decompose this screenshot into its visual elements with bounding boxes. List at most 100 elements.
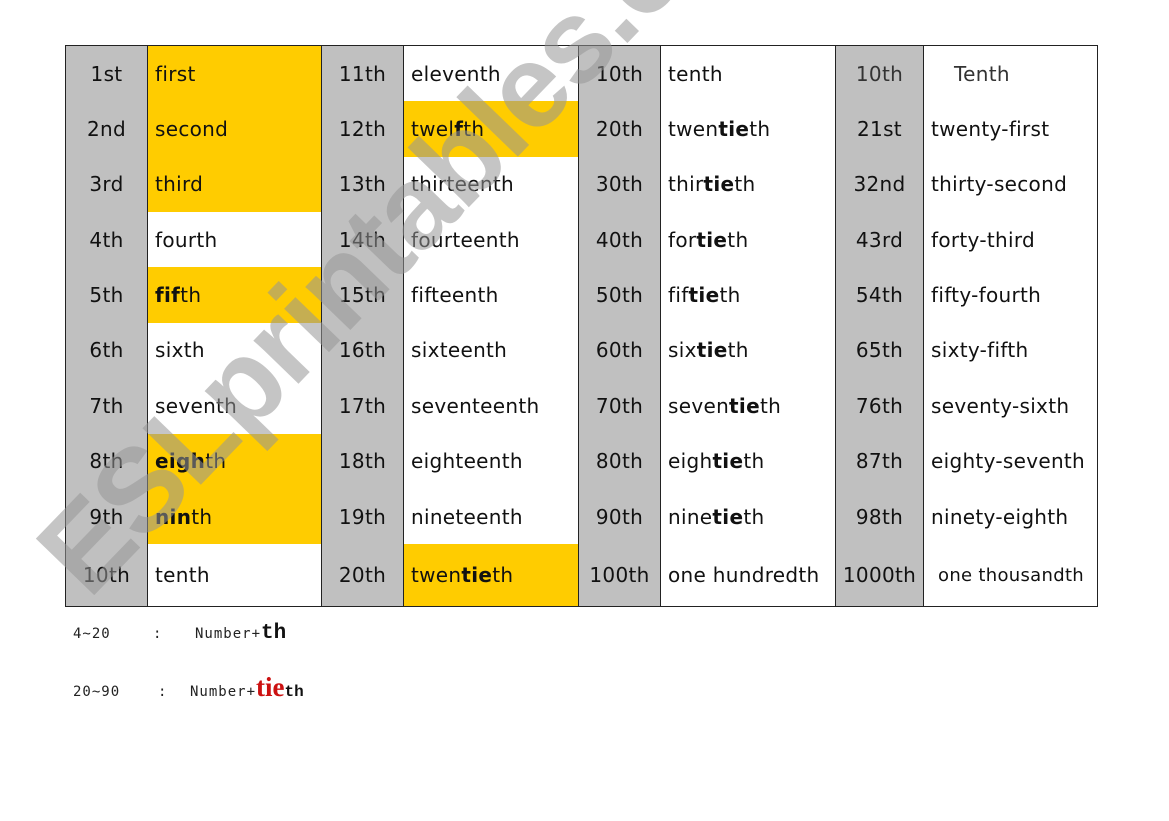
ordinal-number-cell: 43rd — [855, 227, 904, 252]
word-column: eleventh twel f th thirteenth fourteenth fifte… — [404, 46, 579, 607]
word-part: seventeenth — [411, 393, 540, 418]
word-part: twenty-first — [931, 117, 1050, 142]
word-part: twen — [668, 117, 719, 142]
ordinal-number-cell: 8th — [89, 449, 124, 474]
rule-prefix: Number+ — [195, 626, 262, 642]
word-part: third — [155, 172, 204, 197]
emphasized-part: fif — [155, 283, 181, 308]
ordinal-number-cell: 30th — [595, 172, 644, 197]
ordinal-number-cell: 5th — [89, 283, 124, 308]
word-column: Tenth twenty-first thirty-second forty-thir… — [924, 46, 1097, 606]
ordinal-word-cell: fourteenth — [404, 212, 578, 267]
ordinal-number-cell: 10th — [855, 61, 904, 86]
ordinal-word-cell: second — [148, 101, 321, 157]
ordinal-word-cell: thir tie th — [661, 157, 835, 212]
emphasized-part: tie — [712, 449, 744, 474]
ordinal-word-cell: seventh — [148, 378, 321, 433]
number-column: 11th 12th 13th 14th 15th 16th 17th 18th 19th 20th — [322, 46, 404, 606]
ordinal-word-cell: nin th — [148, 488, 321, 545]
ordinal-number-cell: 76th — [855, 393, 904, 418]
word-part: th — [727, 338, 749, 363]
ordinal-word-cell: fif tie th — [661, 267, 835, 322]
table-block-3: 10th 20th 30th 40th 50th 60th 70th 80th 90th 100t… — [579, 46, 836, 606]
ordinal-word-cell: tenth — [148, 544, 321, 606]
ordinal-word-cell: fifteenth — [404, 267, 578, 322]
word-part: second — [155, 117, 229, 142]
ordinal-number-cell: 80th — [595, 449, 644, 474]
word-part: seventy-sixth — [931, 393, 1070, 418]
word-part: th — [180, 283, 202, 308]
ordinal-number-cell: 60th — [595, 338, 644, 363]
ordinal-number-cell: 6th — [89, 338, 124, 363]
ordinal-word-cell: ninety-eighth — [924, 489, 1097, 544]
rule-suffix: th — [261, 622, 287, 645]
ordinal-number-cell: 21st — [857, 117, 902, 142]
ordinal-number-cell: 20th — [338, 563, 387, 588]
word-part: th — [463, 117, 485, 142]
ordinal-number-cell: 65th — [855, 338, 904, 363]
ordinal-word-cell: Tenth — [924, 46, 1097, 101]
ordinal-word-cell: eigh th — [148, 433, 321, 489]
word-part: eighty-seventh — [931, 449, 1086, 474]
ordinal-word-cell: for tie th — [661, 212, 835, 267]
word-part: Tenth — [954, 61, 1010, 86]
word-part: sixty-fifth — [931, 338, 1029, 363]
rule-note-th: 4~20 : Number+ th — [73, 622, 286, 645]
word-part: first — [155, 61, 196, 86]
ordinal-word-cell: first — [148, 46, 321, 102]
ordinal-word-cell: tenth — [661, 46, 835, 101]
rule-colon: : — [158, 684, 168, 700]
word-part: for — [668, 227, 697, 252]
ordinal-numbers-table: 1st 2nd 3rd 4th 5th 6th 7th 8th 9th 10th first seco… — [65, 45, 1098, 607]
word-part: tenth — [155, 563, 210, 588]
word-part: ninety-eighth — [931, 504, 1069, 529]
rule-range: 20~90 — [73, 684, 121, 700]
word-part: th — [719, 283, 741, 308]
word-part: eleventh — [411, 61, 501, 86]
word-part: th — [759, 393, 782, 418]
table-block-4: 10th 21st 32nd 43rd 54th 65th 76th 87th 98th 1000… — [836, 46, 1097, 606]
emphasized-part: tie — [718, 117, 750, 142]
word-part: fourteenth — [411, 227, 520, 252]
ordinal-number-cell: 16th — [338, 338, 387, 363]
ordinal-word-cell: eigh tie th — [661, 434, 835, 489]
ordinal-word-cell: seven tie th — [661, 378, 835, 433]
ordinal-word-cell: seventeenth — [404, 378, 578, 433]
table-block-2: 11th 12th 13th 14th 15th 16th 17th 18th 19th 20th… — [322, 46, 579, 607]
rule-suffix: th — [284, 683, 304, 701]
ordinal-word-cell: twen tie th — [661, 101, 835, 156]
ordinal-word-cell: thirty-second — [924, 157, 1097, 212]
ordinal-number-cell: 17th — [338, 393, 387, 418]
ordinal-number-cell: 4th — [89, 227, 124, 252]
ordinal-number-cell: 20th — [595, 117, 644, 142]
word-part: th — [492, 563, 514, 588]
word-part: th — [205, 449, 227, 474]
ordinal-word-cell: one hundredth — [661, 544, 835, 606]
ordinal-word-cell: fourth — [148, 212, 321, 267]
ordinal-word-cell: six tie th — [661, 323, 835, 378]
ordinal-word-cell: twen tie th — [404, 544, 578, 607]
ordinal-number-cell: 9th — [89, 504, 124, 529]
word-part: thirty-second — [931, 172, 1068, 197]
number-column: 10th 21st 32nd 43rd 54th 65th 76th 87th 98th 1000… — [836, 46, 924, 606]
ordinal-number-cell: 1000th — [842, 563, 917, 588]
word-column: first second third fourth fif th sixth seventh e… — [148, 46, 322, 606]
ordinal-number-cell: 1st — [90, 61, 123, 86]
ordinal-number-cell: 19th — [338, 504, 387, 529]
table-block-1: 1st 2nd 3rd 4th 5th 6th 7th 8th 9th 10th first seco… — [66, 46, 322, 606]
number-column: 1st 2nd 3rd 4th 5th 6th 7th 8th 9th 10th — [66, 46, 148, 606]
word-part: th — [191, 504, 213, 529]
word-part: fifteenth — [411, 283, 499, 308]
emphasized-part: tie — [712, 504, 744, 529]
ordinal-number-cell: 40th — [595, 227, 644, 252]
ordinal-number-cell: 100th — [589, 563, 650, 588]
ordinal-number-cell: 54th — [855, 283, 904, 308]
number-column: 10th 20th 30th 40th 50th 60th 70th 80th 90th 100t… — [579, 46, 661, 606]
ordinal-word-cell: eighty-seventh — [924, 434, 1097, 489]
emphasized-part: tie — [461, 563, 493, 588]
word-part: sixteenth — [411, 338, 508, 363]
word-part: tenth — [668, 61, 723, 86]
word-part: th — [743, 449, 765, 474]
ordinal-word-cell: one thousandth — [924, 544, 1097, 606]
emphasized-part: eigh — [155, 449, 206, 474]
